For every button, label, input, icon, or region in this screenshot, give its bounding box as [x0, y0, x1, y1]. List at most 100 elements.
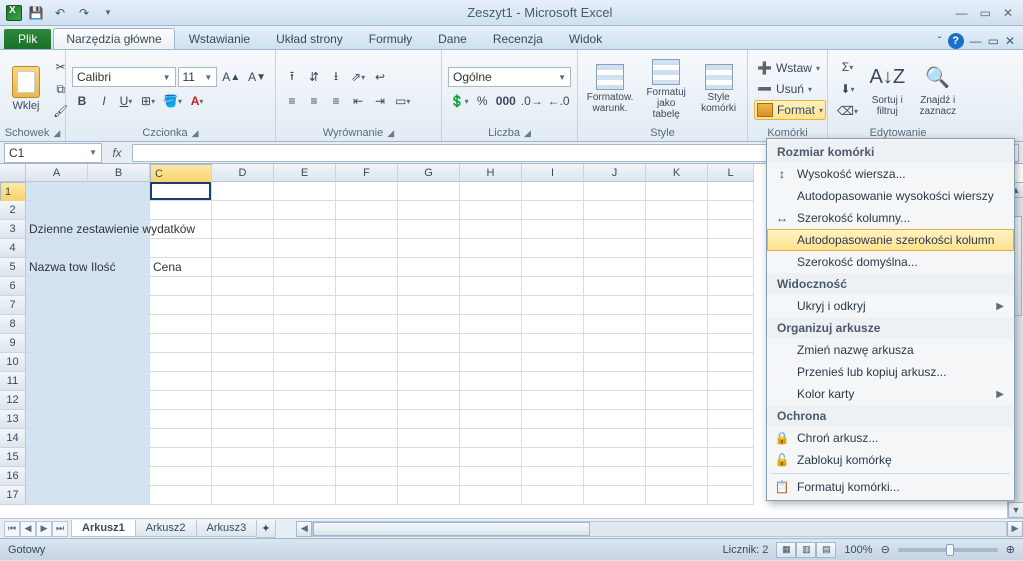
- cell-J14[interactable]: [584, 429, 646, 448]
- row-header[interactable]: 3: [0, 220, 26, 239]
- cell-L8[interactable]: [708, 315, 754, 334]
- cell-H11[interactable]: [460, 372, 522, 391]
- cell-L2[interactable]: [708, 201, 754, 220]
- cell-I2[interactable]: [522, 201, 584, 220]
- cell-A9[interactable]: [26, 334, 88, 353]
- sheet-nav-next-icon[interactable]: ▶: [36, 521, 52, 537]
- undo-icon[interactable]: ↶: [50, 3, 70, 23]
- cell-E16[interactable]: [274, 467, 336, 486]
- cell-G5[interactable]: [398, 258, 460, 277]
- cell-A13[interactable]: [26, 410, 88, 429]
- cell-G3[interactable]: [398, 220, 460, 239]
- merge-cells-icon[interactable]: ▭▾: [392, 91, 413, 111]
- cell-K1[interactable]: [646, 182, 708, 201]
- cell-D10[interactable]: [212, 353, 274, 372]
- grow-font-icon[interactable]: A▲: [219, 67, 243, 87]
- cell-styles-button[interactable]: Style komórki: [696, 54, 741, 124]
- cell-H16[interactable]: [460, 467, 522, 486]
- cell-I13[interactable]: [522, 410, 584, 429]
- col-header-A[interactable]: A: [26, 164, 88, 182]
- cell-H15[interactable]: [460, 448, 522, 467]
- cell-F17[interactable]: [336, 486, 398, 505]
- cell-I14[interactable]: [522, 429, 584, 448]
- cell-L5[interactable]: [708, 258, 754, 277]
- cell-I3[interactable]: [522, 220, 584, 239]
- format-as-table-button[interactable]: Formatuj jako tabelę: [640, 54, 692, 124]
- col-header-B[interactable]: B: [88, 164, 150, 182]
- cell-F13[interactable]: [336, 410, 398, 429]
- cell-F8[interactable]: [336, 315, 398, 334]
- cell-G12[interactable]: [398, 391, 460, 410]
- cell-L16[interactable]: [708, 467, 754, 486]
- cell-J12[interactable]: [584, 391, 646, 410]
- redo-icon[interactable]: ↷: [74, 3, 94, 23]
- cell-F9[interactable]: [336, 334, 398, 353]
- cell-I8[interactable]: [522, 315, 584, 334]
- find-select-button[interactable]: 🔍Znajdź i zaznacz: [914, 54, 962, 124]
- row-header[interactable]: 17: [0, 486, 26, 505]
- cell-G2[interactable]: [398, 201, 460, 220]
- cell-J1[interactable]: [584, 182, 646, 201]
- cell-C4[interactable]: [150, 239, 212, 258]
- italic-button[interactable]: I: [94, 91, 114, 111]
- decrease-indent-icon[interactable]: ⇤: [348, 91, 368, 111]
- cell-G16[interactable]: [398, 467, 460, 486]
- cell-F6[interactable]: [336, 277, 398, 296]
- zoom-in-icon[interactable]: ⊕: [1006, 543, 1015, 556]
- cell-C13[interactable]: [150, 410, 212, 429]
- fill-color-button[interactable]: 🪣▾: [160, 91, 185, 111]
- menu-autofit-rows[interactable]: Autodopasowanie wysokości wierszy: [767, 185, 1014, 207]
- row-header[interactable]: 15: [0, 448, 26, 467]
- cell-L7[interactable]: [708, 296, 754, 315]
- cell-A3[interactable]: Dzienne zestawienie wydatków: [26, 220, 88, 239]
- menu-default-width[interactable]: Szerokość domyślna...: [767, 251, 1014, 273]
- align-bottom-icon[interactable]: ⭳: [326, 67, 346, 87]
- close-icon[interactable]: ✕: [1003, 6, 1013, 20]
- col-header-F[interactable]: F: [336, 164, 398, 182]
- cell-D7[interactable]: [212, 296, 274, 315]
- align-center-icon[interactable]: ≡: [304, 91, 324, 111]
- cell-H8[interactable]: [460, 315, 522, 334]
- maximize-icon[interactable]: ▭: [980, 6, 991, 20]
- cell-H5[interactable]: [460, 258, 522, 277]
- cell-K10[interactable]: [646, 353, 708, 372]
- cell-I10[interactable]: [522, 353, 584, 372]
- cell-B13[interactable]: [88, 410, 150, 429]
- row-header[interactable]: 4: [0, 239, 26, 258]
- row-header[interactable]: 13: [0, 410, 26, 429]
- horizontal-scrollbar[interactable]: ◀ ▶: [296, 521, 1023, 537]
- cell-D2[interactable]: [212, 201, 274, 220]
- cell-B7[interactable]: [88, 296, 150, 315]
- border-button[interactable]: ⊞▾: [138, 91, 158, 111]
- sheet-tab-1[interactable]: Arkusz1: [71, 520, 136, 537]
- cell-D8[interactable]: [212, 315, 274, 334]
- cell-G7[interactable]: [398, 296, 460, 315]
- help-icon[interactable]: ?: [948, 33, 964, 49]
- cell-B16[interactable]: [88, 467, 150, 486]
- cell-D6[interactable]: [212, 277, 274, 296]
- percent-icon[interactable]: %: [472, 91, 492, 111]
- cell-D15[interactable]: [212, 448, 274, 467]
- tab-data[interactable]: Dane: [426, 29, 479, 49]
- cell-K5[interactable]: [646, 258, 708, 277]
- cell-K4[interactable]: [646, 239, 708, 258]
- cell-D14[interactable]: [212, 429, 274, 448]
- row-header[interactable]: 10: [0, 353, 26, 372]
- menu-tab-color[interactable]: Kolor karty▶: [767, 383, 1014, 405]
- menu-move-copy[interactable]: Przenieś lub kopiuj arkusz...: [767, 361, 1014, 383]
- cell-E10[interactable]: [274, 353, 336, 372]
- cell-C5[interactable]: Cena: [150, 258, 212, 277]
- cell-G17[interactable]: [398, 486, 460, 505]
- cell-F3[interactable]: [336, 220, 398, 239]
- qat-customize-icon[interactable]: ▼: [98, 3, 118, 23]
- row-header[interactable]: 11: [0, 372, 26, 391]
- cell-K9[interactable]: [646, 334, 708, 353]
- cell-A12[interactable]: [26, 391, 88, 410]
- cell-B8[interactable]: [88, 315, 150, 334]
- cell-F15[interactable]: [336, 448, 398, 467]
- col-header-G[interactable]: G: [398, 164, 460, 182]
- cell-J9[interactable]: [584, 334, 646, 353]
- cell-B6[interactable]: [88, 277, 150, 296]
- cell-K13[interactable]: [646, 410, 708, 429]
- delete-button[interactable]: ➖Usuń▾: [754, 79, 826, 99]
